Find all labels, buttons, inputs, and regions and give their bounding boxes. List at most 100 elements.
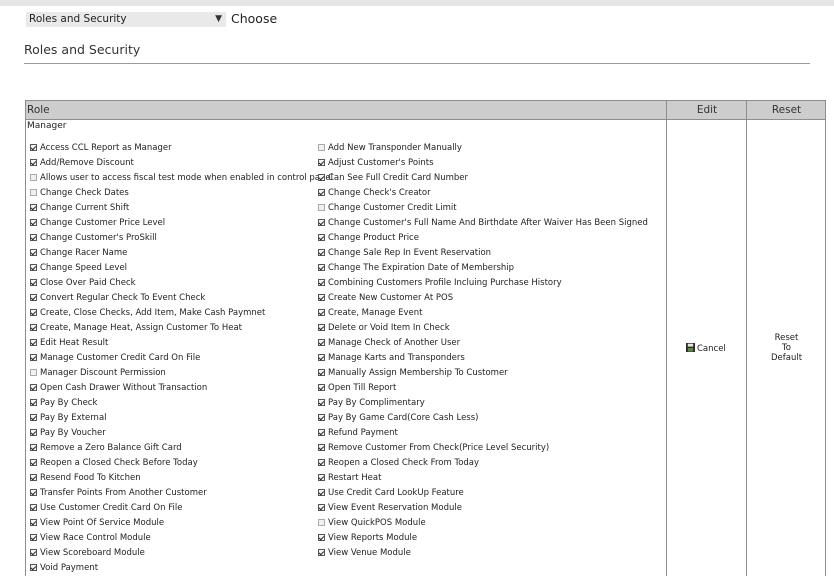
permission-checkbox[interactable] [30, 429, 37, 436]
permission-checkbox[interactable] [30, 234, 37, 241]
permission-item[interactable]: View Venue Module [318, 546, 411, 561]
permission-checkbox[interactable] [318, 189, 325, 196]
permission-checkbox[interactable] [318, 309, 325, 316]
permission-item[interactable]: Manage Customer Credit Card On File [30, 351, 200, 366]
permission-checkbox[interactable] [30, 504, 37, 511]
permission-checkbox[interactable] [318, 204, 325, 211]
permission-item[interactable]: Change Customer Credit Limit [318, 201, 457, 216]
permission-checkbox[interactable] [318, 159, 325, 166]
permission-item[interactable]: Create, Manage Heat, Assign Customer To … [30, 321, 242, 336]
permission-checkbox[interactable] [318, 429, 325, 436]
permission-checkbox[interactable] [30, 384, 37, 391]
permission-item[interactable]: Delete or Void Item In Check [318, 321, 450, 336]
permission-checkbox[interactable] [318, 549, 325, 556]
permission-checkbox[interactable] [318, 354, 325, 361]
permission-checkbox[interactable] [318, 384, 325, 391]
permission-item[interactable]: Change Sale Rep In Event Reservation [318, 246, 491, 261]
permission-item[interactable]: Manager Discount Permission [30, 366, 166, 381]
permission-checkbox[interactable] [318, 489, 325, 496]
permission-checkbox[interactable] [30, 564, 37, 571]
reset-to-default-button[interactable]: Reset To Default [747, 333, 826, 363]
permission-item[interactable]: Pay By External [30, 411, 107, 426]
permission-item[interactable]: Manually Assign Membership To Customer [318, 366, 508, 381]
permission-checkbox[interactable] [30, 354, 37, 361]
permission-item[interactable]: Add/Remove Discount [30, 156, 134, 171]
permission-checkbox[interactable] [30, 159, 37, 166]
permission-item[interactable]: Pay By Voucher [30, 426, 106, 441]
permission-item[interactable]: View Event Reservation Module [318, 501, 462, 516]
permission-item[interactable]: Create, Close Checks, Add Item, Make Cas… [30, 306, 265, 321]
permission-checkbox[interactable] [30, 549, 37, 556]
permission-checkbox[interactable] [318, 459, 325, 466]
permission-checkbox[interactable] [318, 174, 325, 181]
permission-item[interactable]: Add New Transponder Manually [318, 141, 462, 156]
permission-item[interactable]: Create, Manage Event [318, 306, 422, 321]
permission-item[interactable]: Change Customer's ProSkill [30, 231, 157, 246]
permission-item[interactable]: Convert Regular Check To Event Check [30, 291, 205, 306]
permission-item[interactable]: Adjust Customer's Points [318, 156, 434, 171]
permission-item[interactable]: Use Customer Credit Card On File [30, 501, 182, 516]
permission-item[interactable]: Pay By Check [30, 396, 97, 411]
permission-item[interactable]: View Scoreboard Module [30, 546, 145, 561]
permission-checkbox[interactable] [318, 324, 325, 331]
permission-item[interactable]: Change Racer Name [30, 246, 127, 261]
permission-item[interactable]: Combining Customers Profile Incluing Pur… [318, 276, 562, 291]
permission-item[interactable]: Pay By Complimentary [318, 396, 425, 411]
permission-checkbox[interactable] [30, 294, 37, 301]
permission-checkbox[interactable] [30, 339, 37, 346]
choose-button[interactable]: Choose [231, 11, 277, 26]
permission-item[interactable]: Use Credit Card LookUp Feature [318, 486, 464, 501]
permission-item[interactable]: Reopen a Closed Check From Today [318, 456, 479, 471]
permission-item[interactable]: View Reports Module [318, 531, 417, 546]
permission-checkbox[interactable] [318, 264, 325, 271]
permission-item[interactable]: Allows user to access fiscal test mode w… [30, 171, 333, 186]
permission-item[interactable]: Restart Heat [318, 471, 381, 486]
permission-item[interactable]: Access CCL Report as Manager [30, 141, 172, 156]
permission-checkbox[interactable] [318, 444, 325, 451]
permission-item[interactable]: Transfer Points From Another Customer [30, 486, 207, 501]
permission-item[interactable]: Change The Expiration Date of Membership [318, 261, 514, 276]
permission-item[interactable]: Edit Heat Result [30, 336, 108, 351]
permission-checkbox[interactable] [30, 144, 37, 151]
permission-item[interactable]: Close Over Paid Check [30, 276, 136, 291]
permission-item[interactable]: Open Cash Drawer Without Transaction [30, 381, 207, 396]
permission-item[interactable]: Manage Karts and Transponders [318, 351, 465, 366]
permission-checkbox[interactable] [30, 414, 37, 421]
permission-checkbox[interactable] [318, 534, 325, 541]
cancel-button[interactable]: Cancel [686, 343, 726, 354]
permission-checkbox[interactable] [30, 174, 37, 181]
permission-item[interactable]: Create New Customer At POS [318, 291, 453, 306]
permission-checkbox[interactable] [30, 534, 37, 541]
permission-item[interactable]: Remove a Zero Balance Gift Card [30, 441, 182, 456]
role-select[interactable]: Roles and Security ▼ [26, 12, 226, 27]
permission-item[interactable]: Reopen a Closed Check Before Today [30, 456, 198, 471]
permission-item[interactable]: Manage Check of Another User [318, 336, 460, 351]
permission-checkbox[interactable] [30, 189, 37, 196]
permission-item[interactable]: View Race Control Module [30, 531, 151, 546]
permission-checkbox[interactable] [318, 369, 325, 376]
permission-checkbox[interactable] [30, 519, 37, 526]
permission-item[interactable]: Change Check's Creator [318, 186, 431, 201]
permission-checkbox[interactable] [318, 399, 325, 406]
permission-checkbox[interactable] [318, 144, 325, 151]
permission-checkbox[interactable] [318, 249, 325, 256]
permission-checkbox[interactable] [318, 414, 325, 421]
permission-item[interactable]: Change Product Price [318, 231, 419, 246]
permission-checkbox[interactable] [30, 474, 37, 481]
permission-checkbox[interactable] [30, 444, 37, 451]
permission-item[interactable]: Pay By Game Card(Core Cash Less) [318, 411, 478, 426]
permission-item[interactable]: View QuickPOS Module [318, 516, 426, 531]
permission-checkbox[interactable] [30, 219, 37, 226]
permission-checkbox[interactable] [30, 279, 37, 286]
permission-checkbox[interactable] [318, 219, 325, 226]
permission-item[interactable]: Can See Full Credit Card Number [318, 171, 468, 186]
permission-item[interactable]: Change Customer's Full Name And Birthdat… [318, 216, 648, 231]
permission-checkbox[interactable] [30, 264, 37, 271]
permission-checkbox[interactable] [30, 309, 37, 316]
permission-item[interactable]: Change Customer Price Level [30, 216, 165, 231]
permission-item[interactable]: Remove Customer From Check(Price Level S… [318, 441, 549, 456]
permission-checkbox[interactable] [30, 489, 37, 496]
permission-item[interactable]: Change Check Dates [30, 186, 129, 201]
permission-checkbox[interactable] [318, 474, 325, 481]
permission-checkbox[interactable] [318, 504, 325, 511]
